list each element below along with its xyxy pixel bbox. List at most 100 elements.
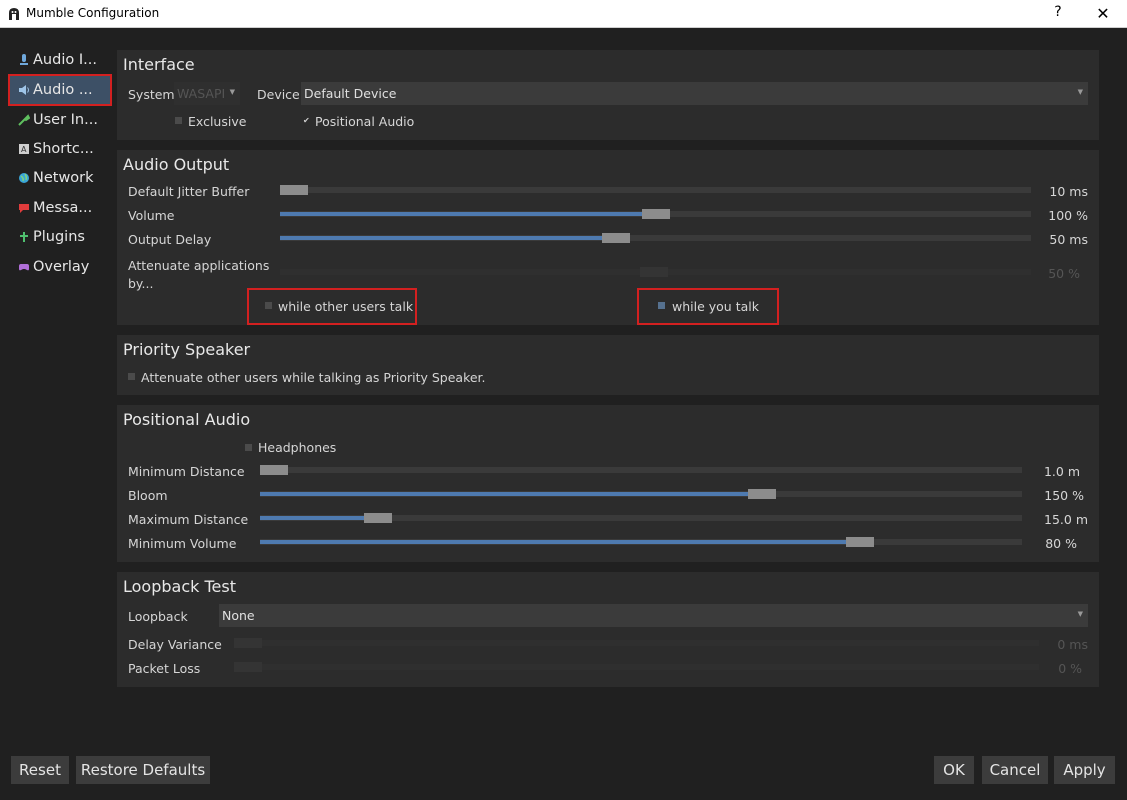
group-title: Priority Speaker xyxy=(123,340,251,359)
sidebar-item-shortcuts[interactable]: A Shortc... xyxy=(10,135,110,163)
output-delay-value: 50 ms xyxy=(1049,232,1088,247)
minimum-distance-value: 1.0 m xyxy=(1043,464,1080,479)
volume-value: 100 % xyxy=(1048,208,1088,223)
bloom-slider[interactable] xyxy=(260,489,1022,499)
delay-variance-value: 0 ms xyxy=(1057,637,1088,652)
volume-slider[interactable] xyxy=(280,209,1031,219)
sidebar-item-user-interface[interactable]: User In... xyxy=(10,106,110,134)
minimum-distance-slider[interactable] xyxy=(260,465,1022,475)
loopback-select-value: None xyxy=(222,608,255,623)
sidebar-item-label: Audio I... xyxy=(33,52,97,68)
minimum-distance-label: Minimum Distance xyxy=(128,464,245,479)
help-button[interactable]: ? xyxy=(1050,4,1066,24)
close-button[interactable]: ✕ xyxy=(1094,4,1112,24)
slider-fill xyxy=(280,236,602,240)
slider-handle[interactable] xyxy=(364,513,392,523)
svg-text:A: A xyxy=(21,145,27,154)
sidebar-item-label: Plugins xyxy=(33,229,85,245)
loopback-test-group: Loopback Test Loopback None ▼ Delay Vari… xyxy=(117,572,1099,687)
bloom-value: 150 % xyxy=(1044,488,1084,503)
priority-speaker-checkbox[interactable] xyxy=(128,373,135,380)
group-title: Positional Audio xyxy=(123,410,251,429)
exclusive-checkbox[interactable] xyxy=(175,117,182,124)
group-title: Loopback Test xyxy=(123,577,236,596)
while-other-users-talk-label: while other users talk xyxy=(278,299,414,314)
maximum-distance-slider[interactable] xyxy=(260,513,1022,523)
headphones-label: Headphones xyxy=(258,440,337,455)
packet-loss-label: Packet Loss xyxy=(128,661,201,676)
slider-handle[interactable] xyxy=(602,233,630,243)
slider-handle[interactable] xyxy=(280,185,308,195)
sidebar-item-audio-input[interactable]: Audio I... xyxy=(10,46,110,74)
maximum-distance-label: Maximum Distance xyxy=(128,512,249,527)
reset-button[interactable]: Reset xyxy=(11,756,69,784)
cancel-button[interactable]: Cancel xyxy=(982,756,1048,784)
sidebar-item-label: Shortc... xyxy=(33,141,94,157)
sidebar-item-label: Audio ... xyxy=(33,82,93,98)
globe-icon xyxy=(19,173,29,183)
slider-handle[interactable] xyxy=(846,537,874,547)
microphone-icon xyxy=(20,54,28,65)
gamepad-icon xyxy=(19,264,29,271)
minimum-volume-slider[interactable] xyxy=(260,537,1022,547)
minimum-volume-label: Minimum Volume xyxy=(128,536,237,551)
sidebar-item-label: Overlay xyxy=(33,259,90,275)
sidebar-item-overlay[interactable]: Overlay xyxy=(10,253,110,281)
restore-defaults-button[interactable]: Restore Defaults xyxy=(76,756,210,784)
slider-handle[interactable] xyxy=(748,489,776,499)
positional-audio-label: Positional Audio xyxy=(315,114,415,129)
slider-handle[interactable] xyxy=(642,209,670,219)
exclusive-label: Exclusive xyxy=(188,114,247,129)
chevron-down-icon: ▼ xyxy=(1077,88,1083,96)
slider-handle[interactable] xyxy=(260,465,288,475)
keyboard-icon: A xyxy=(19,144,29,154)
slider-fill xyxy=(260,492,748,496)
jitter-buffer-slider[interactable] xyxy=(280,185,1031,195)
system-label: System xyxy=(128,87,175,102)
volume-label: Volume xyxy=(128,208,175,223)
slider-handle[interactable] xyxy=(640,267,668,277)
device-select[interactable]: Default Device ▼ xyxy=(301,82,1088,105)
message-icon xyxy=(19,204,29,213)
priority-speaker-label: Attenuate other users while talking as P… xyxy=(141,370,486,385)
minimum-volume-value: 80 % xyxy=(1045,536,1077,551)
device-label: Device xyxy=(257,87,300,102)
sidebar-item-label: Network xyxy=(33,170,94,186)
sidebar-item-plugins[interactable]: Plugins xyxy=(10,223,110,251)
delay-variance-label: Delay Variance xyxy=(128,637,222,652)
title-bar: Mumble Configuration ? ✕ xyxy=(0,0,1127,28)
priority-speaker-group: Priority Speaker Attenuate other users w… xyxy=(117,335,1099,395)
chevron-down-icon: ▼ xyxy=(229,88,235,96)
device-select-value: Default Device xyxy=(304,86,397,101)
loopback-select[interactable]: None ▼ xyxy=(219,604,1088,627)
group-title: Audio Output xyxy=(123,155,230,174)
ok-button[interactable]: OK xyxy=(934,756,974,784)
group-title: Interface xyxy=(123,55,195,74)
chevron-down-icon: ▼ xyxy=(1077,610,1083,618)
speaker-icon xyxy=(19,85,29,95)
sidebar-item-label: Messa... xyxy=(33,200,93,216)
loopback-label: Loopback xyxy=(128,609,188,624)
slider-handle[interactable] xyxy=(234,638,262,648)
sidebar-item-network[interactable]: Network xyxy=(10,164,110,192)
audio-output-group: Audio Output Default Jitter Buffer 10 ms… xyxy=(117,150,1099,325)
output-delay-slider[interactable] xyxy=(280,233,1031,243)
delay-variance-slider[interactable] xyxy=(234,638,1039,648)
sidebar-item-audio-output[interactable]: Audio ... xyxy=(8,74,112,106)
slider-fill xyxy=(260,540,846,544)
while-you-talk-label: while you talk xyxy=(672,299,759,314)
while-you-talk-checkbox[interactable] xyxy=(658,302,665,309)
system-select-value: WASAPI xyxy=(177,86,226,101)
system-select[interactable]: WASAPI ▼ xyxy=(174,82,240,105)
slider-handle[interactable] xyxy=(234,662,262,672)
interface-group: Interface System WASAPI ▼ Device Default… xyxy=(117,50,1099,140)
window-title: Mumble Configuration xyxy=(26,6,160,20)
apply-button[interactable]: Apply xyxy=(1054,756,1115,784)
positional-audio-checkbox[interactable]: ✔ xyxy=(303,117,310,125)
packet-loss-slider[interactable] xyxy=(234,662,1039,672)
attenuate-slider[interactable] xyxy=(280,267,1031,277)
headphones-checkbox[interactable] xyxy=(245,444,252,451)
mumble-logo-icon xyxy=(9,8,19,20)
sidebar-item-messages[interactable]: Messa... xyxy=(10,194,110,222)
while-other-users-talk-checkbox[interactable] xyxy=(265,302,272,309)
